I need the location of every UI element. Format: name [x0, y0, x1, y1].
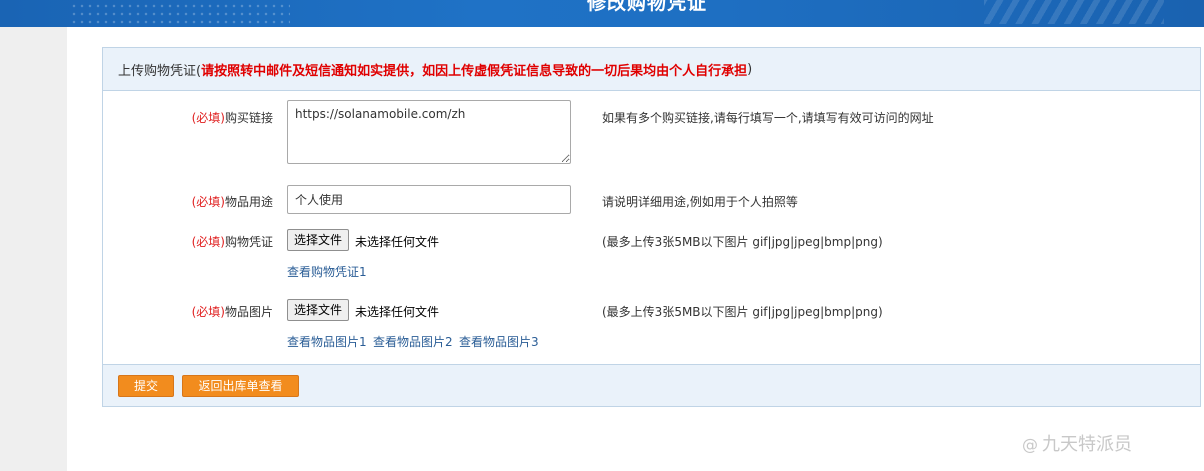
item-images-label: (必填)物品图片 [103, 303, 273, 320]
usage-label: (必填)物品用途 [103, 193, 273, 210]
usage-label-text: 物品用途 [224, 195, 273, 209]
required-tag: (必填) [191, 235, 225, 249]
required-tag: (必填) [191, 111, 225, 125]
item-images-file-status: 未选择任何文件 [355, 305, 440, 319]
usage-hint: 请说明详细用途,例如用于个人拍照等 [602, 195, 798, 209]
upload-receipt-panel: 上传购物凭证(请按照转中邮件及短信通知如实提供，如因上传虚假凭证信息导致的一切后… [102, 47, 1201, 407]
top-banner: 修改购物凭证 [0, 0, 1204, 27]
view-receipt-link-1[interactable]: 查看购物凭证1 [287, 263, 367, 280]
purchase-link-label: (必填)购买链接 [103, 109, 273, 126]
purchase-link-hint: 如果有多个购买链接,请每行填写一个,请填写有效可访问的网址 [602, 111, 934, 125]
item-images-choose-file-button[interactable]: 选择文件 [287, 299, 350, 321]
banner-decoration [70, 0, 290, 24]
required-tag: (必填) [191, 195, 225, 209]
receipt-file-status: 未选择任何文件 [355, 235, 440, 249]
back-to-outbound-list-button[interactable]: 返回出库单查看 [182, 375, 299, 397]
receipt-hint: (最多上传3张5MB以下图片 gif|jpg|jpeg|bmp|png) [602, 235, 883, 249]
view-item-image-link-3[interactable]: 查看物品图片3 [459, 333, 539, 350]
required-tag: (必填) [191, 305, 225, 319]
panel-header-title: 上传购物凭证( [118, 63, 202, 79]
banner-decoration-right [984, 0, 1164, 24]
watermark: @ 九天特派员 [1022, 430, 1132, 456]
submit-button[interactable]: 提交 [118, 375, 174, 397]
receipt-label-text: 购物凭证 [224, 235, 273, 249]
purchase-link-textarea[interactable]: https://solanamobile.com/zh [287, 100, 571, 164]
panel-header-warning: 请按照转中邮件及短信通知如实提供，如因上传虚假凭证信息导致的一切后果均由个人自行… [201, 63, 748, 79]
watermark-text: 九天特派员 [1042, 434, 1132, 455]
usage-input[interactable] [287, 185, 571, 214]
page-title: 修改购物凭证 [587, 0, 708, 14]
purchase-link-label-text: 购买链接 [224, 111, 273, 125]
at-sign-icon: @ [1022, 435, 1038, 454]
item-images-hint: (最多上传3张5MB以下图片 gif|jpg|jpeg|bmp|png) [602, 305, 883, 319]
view-item-image-link-1[interactable]: 查看物品图片1 [287, 333, 367, 350]
item-images-label-text: 物品图片 [224, 305, 273, 319]
left-rail [0, 27, 67, 471]
receipt-label: (必填)购物凭证 [103, 233, 273, 250]
view-item-image-link-2[interactable]: 查看物品图片2 [373, 333, 453, 350]
panel-header: 上传购物凭证(请按照转中邮件及短信通知如实提供，如因上传虚假凭证信息导致的一切后… [103, 48, 1200, 91]
panel-header-close-paren: ) [747, 61, 753, 77]
form-footer: 提交 返回出库单查看 [103, 364, 1200, 406]
receipt-choose-file-button[interactable]: 选择文件 [287, 229, 350, 251]
